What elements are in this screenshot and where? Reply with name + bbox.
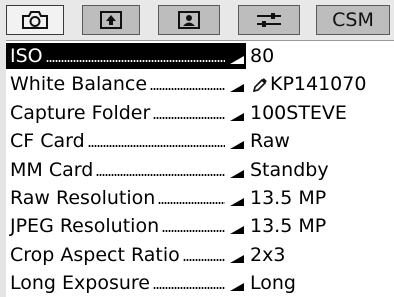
menu-item-label: JPEG Resolution (10, 215, 160, 238)
menu-item[interactable]: ISO (6, 43, 246, 69)
menu-item-value: 2x3 (250, 242, 285, 268)
camera-icon (20, 9, 50, 31)
menu-item-value: 80 (250, 43, 274, 69)
tab-upload[interactable] (82, 5, 140, 35)
menu-item-label: MM Card (10, 158, 94, 181)
menu-item[interactable]: Long Exposure (6, 270, 246, 296)
menu-row[interactable]: CF Card Raw (0, 127, 394, 155)
menu-item-value: 13.5 MP (250, 213, 326, 239)
dot-leader (96, 173, 225, 176)
dot-leader (87, 145, 225, 148)
menu-item[interactable]: Crop Aspect Ratio (6, 242, 246, 268)
submenu-arrow-icon (228, 71, 246, 97)
settings-menu: ISO 80 White Balance KP141070 Capture Folder… (0, 42, 394, 297)
menu-item-value: 13.5 MP (250, 185, 326, 211)
eyedropper-icon (252, 76, 268, 93)
menu-row[interactable]: JPEG Resolution 13.5 MP (0, 212, 394, 240)
dot-leader (45, 60, 225, 62)
submenu-arrow-icon (228, 213, 246, 239)
camera-menu-screen: CSM ISO 80 White Balance KP141070 Capture Fo… (0, 0, 394, 297)
menu-item-value-text: 100STEVE (250, 101, 347, 124)
menu-item-label: Crop Aspect Ratio (10, 243, 180, 266)
dot-leader (182, 258, 225, 261)
menu-item-value: Long (250, 270, 296, 296)
menu-row[interactable]: Crop Aspect Ratio 2x3 (0, 241, 394, 269)
menu-row[interactable]: Capture Folder 100STEVE (0, 99, 394, 127)
menu-row[interactable]: ISO 80 (0, 42, 394, 70)
tab-settings[interactable] (238, 5, 300, 35)
menu-item-label: Raw Resolution (10, 186, 156, 209)
menu-item[interactable]: Raw Resolution (6, 185, 246, 211)
menu-item-label: CF Card (10, 130, 85, 153)
menu-item-value-text: 2x3 (250, 243, 286, 266)
menu-item-value-text: 13.5 MP (250, 215, 327, 238)
tab-person[interactable] (158, 5, 220, 35)
submenu-arrow-icon (228, 270, 246, 296)
sliders-icon (254, 10, 284, 30)
menu-item-value-text: KP141070 (270, 73, 367, 96)
dot-leader (150, 88, 225, 91)
dot-leader (162, 230, 225, 233)
menu-item[interactable]: Capture Folder (6, 100, 246, 126)
menu-item-value: Standby (250, 157, 329, 183)
tab-csm-label: CSM (332, 9, 374, 31)
menu-row[interactable]: Raw Resolution 13.5 MP (0, 184, 394, 212)
dot-leader (158, 201, 225, 204)
menu-item-value-text: Standby (250, 158, 329, 181)
menu-item-label: White Balance (10, 73, 148, 96)
person-icon (177, 10, 201, 30)
menu-item-value: KP141070 (250, 71, 366, 97)
submenu-arrow-icon (228, 157, 246, 183)
menu-row[interactable]: MM Card Standby (0, 156, 394, 184)
menu-item-value-text: Long (250, 272, 296, 295)
menu-item[interactable]: JPEG Resolution (6, 213, 246, 239)
menu-item-value-text: 13.5 MP (250, 186, 327, 209)
submenu-arrow-icon (228, 128, 246, 154)
menu-row[interactable]: Long Exposure Long (0, 269, 394, 297)
upload-icon (99, 10, 123, 30)
menu-item-label: Long Exposure (10, 272, 150, 295)
tab-bar: CSM (0, 0, 394, 41)
menu-row[interactable]: White Balance KP141070 (0, 70, 394, 98)
submenu-arrow-icon (228, 100, 246, 126)
dot-leader (152, 287, 225, 290)
menu-item-label: Capture Folder (10, 101, 151, 124)
submenu-arrow-icon (228, 242, 246, 268)
menu-item-label: ISO (10, 45, 43, 67)
menu-item[interactable]: White Balance (6, 71, 246, 97)
tab-camera[interactable] (6, 5, 64, 35)
menu-item-value: 100STEVE (250, 100, 347, 126)
submenu-arrow-icon (228, 43, 246, 69)
dot-leader (153, 116, 225, 119)
menu-item[interactable]: CF Card (6, 128, 246, 154)
menu-item-value-text: Raw (250, 130, 290, 153)
menu-item-value-text: 80 (250, 45, 275, 67)
menu-item[interactable]: MM Card (6, 157, 246, 183)
submenu-arrow-icon (228, 185, 246, 211)
tab-csm[interactable]: CSM (316, 5, 390, 35)
menu-item-value: Raw (250, 128, 290, 154)
